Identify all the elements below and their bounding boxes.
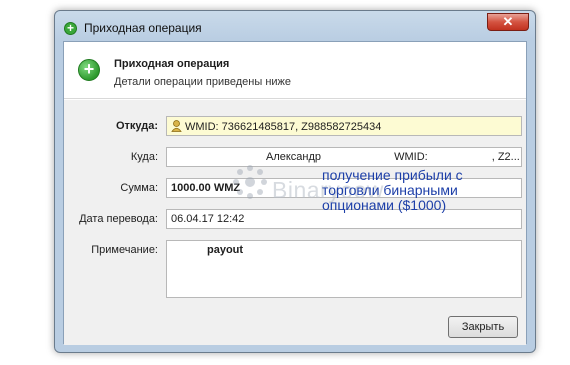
title-bar[interactable]: + Приходная операция ✕ (55, 11, 535, 41)
watermark-logo-icon (233, 165, 267, 199)
redacted-block (321, 151, 392, 164)
from-field[interactable]: WMID: 736621485817, Z988582725434 (166, 116, 522, 136)
from-label: Откуда: (115, 120, 158, 132)
date-label: Дата перевода: (79, 213, 158, 225)
amount-label: Сумма: (120, 182, 158, 194)
to-label: Куда: (130, 151, 158, 163)
to-name: Александр (266, 151, 322, 163)
note-field[interactable]: payout (166, 240, 522, 298)
close-button[interactable]: Закрыть (448, 316, 518, 338)
header-subtitle: Детали операции приведены ниже (114, 76, 292, 88)
redacted-block (171, 244, 207, 257)
plus-circle-icon: + (78, 59, 100, 81)
profit-caption: получение прибыли с торговли бинарными о… (322, 167, 463, 213)
window-title: Приходная операция (84, 21, 202, 35)
window-close-button[interactable]: ✕ (487, 13, 529, 31)
note-value: payout (207, 244, 244, 256)
to-field[interactable]: Александр WMID: , Z2... (166, 147, 522, 167)
dialog-footer: Закрыть (64, 314, 526, 345)
wallet-person-icon (171, 120, 182, 132)
to-suffix: , Z2... (491, 151, 520, 163)
to-wmid-label: WMID: (394, 151, 428, 163)
from-value: WMID: 736621485817, Z988582725434 (185, 121, 382, 133)
note-label: Примечание: (91, 244, 158, 256)
redacted-block (427, 151, 492, 164)
header-title: Приходная операция (114, 58, 230, 70)
dialog-header: + Приходная операция Детали операции при… (64, 42, 526, 99)
plus-circle-icon: + (64, 22, 77, 35)
